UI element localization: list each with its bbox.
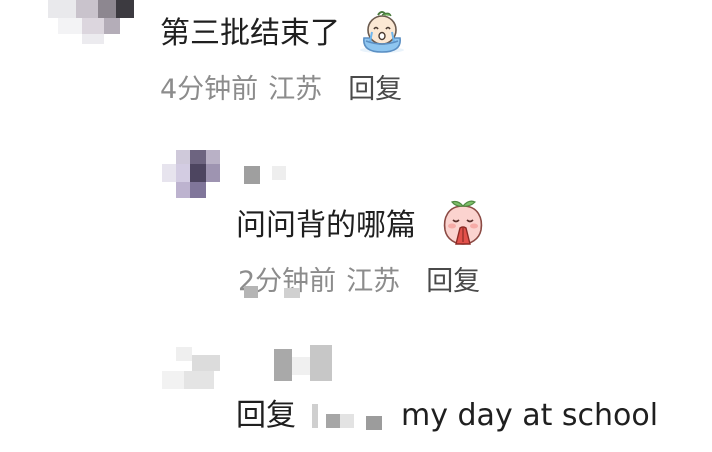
comment-location: 江苏: [268, 74, 323, 105]
comment-text: 回复: [236, 396, 296, 436]
comment-text: 第三批结束了: [160, 14, 340, 54]
comment-text: my day at school: [401, 396, 658, 436]
reply-prefix: 回复: [236, 398, 296, 433]
mosaic-smudge: [244, 286, 304, 300]
comment-location: 江苏: [346, 266, 401, 297]
avatar-1[interactable]: [40, 0, 140, 44]
mention-mosaic: [312, 404, 392, 430]
reply-button[interactable]: 回复: [426, 266, 480, 297]
comment-text: 问问背的哪篇: [236, 206, 416, 246]
comment-meta: 4分钟前 江苏 回复: [160, 72, 402, 108]
comment-body: 问问背的哪篇: [236, 208, 416, 243]
reply-button[interactable]: 回复: [348, 74, 402, 105]
comment-body: my day at school: [401, 398, 659, 433]
crying-doll-emoji: [360, 11, 404, 53]
avatar-3[interactable]: [162, 345, 352, 395]
comment-body: 第三批结束了: [160, 16, 340, 51]
avatar-2[interactable]: [162, 150, 302, 202]
praying-peach-emoji: [443, 200, 483, 245]
comment-time: 4分钟前: [160, 74, 259, 105]
